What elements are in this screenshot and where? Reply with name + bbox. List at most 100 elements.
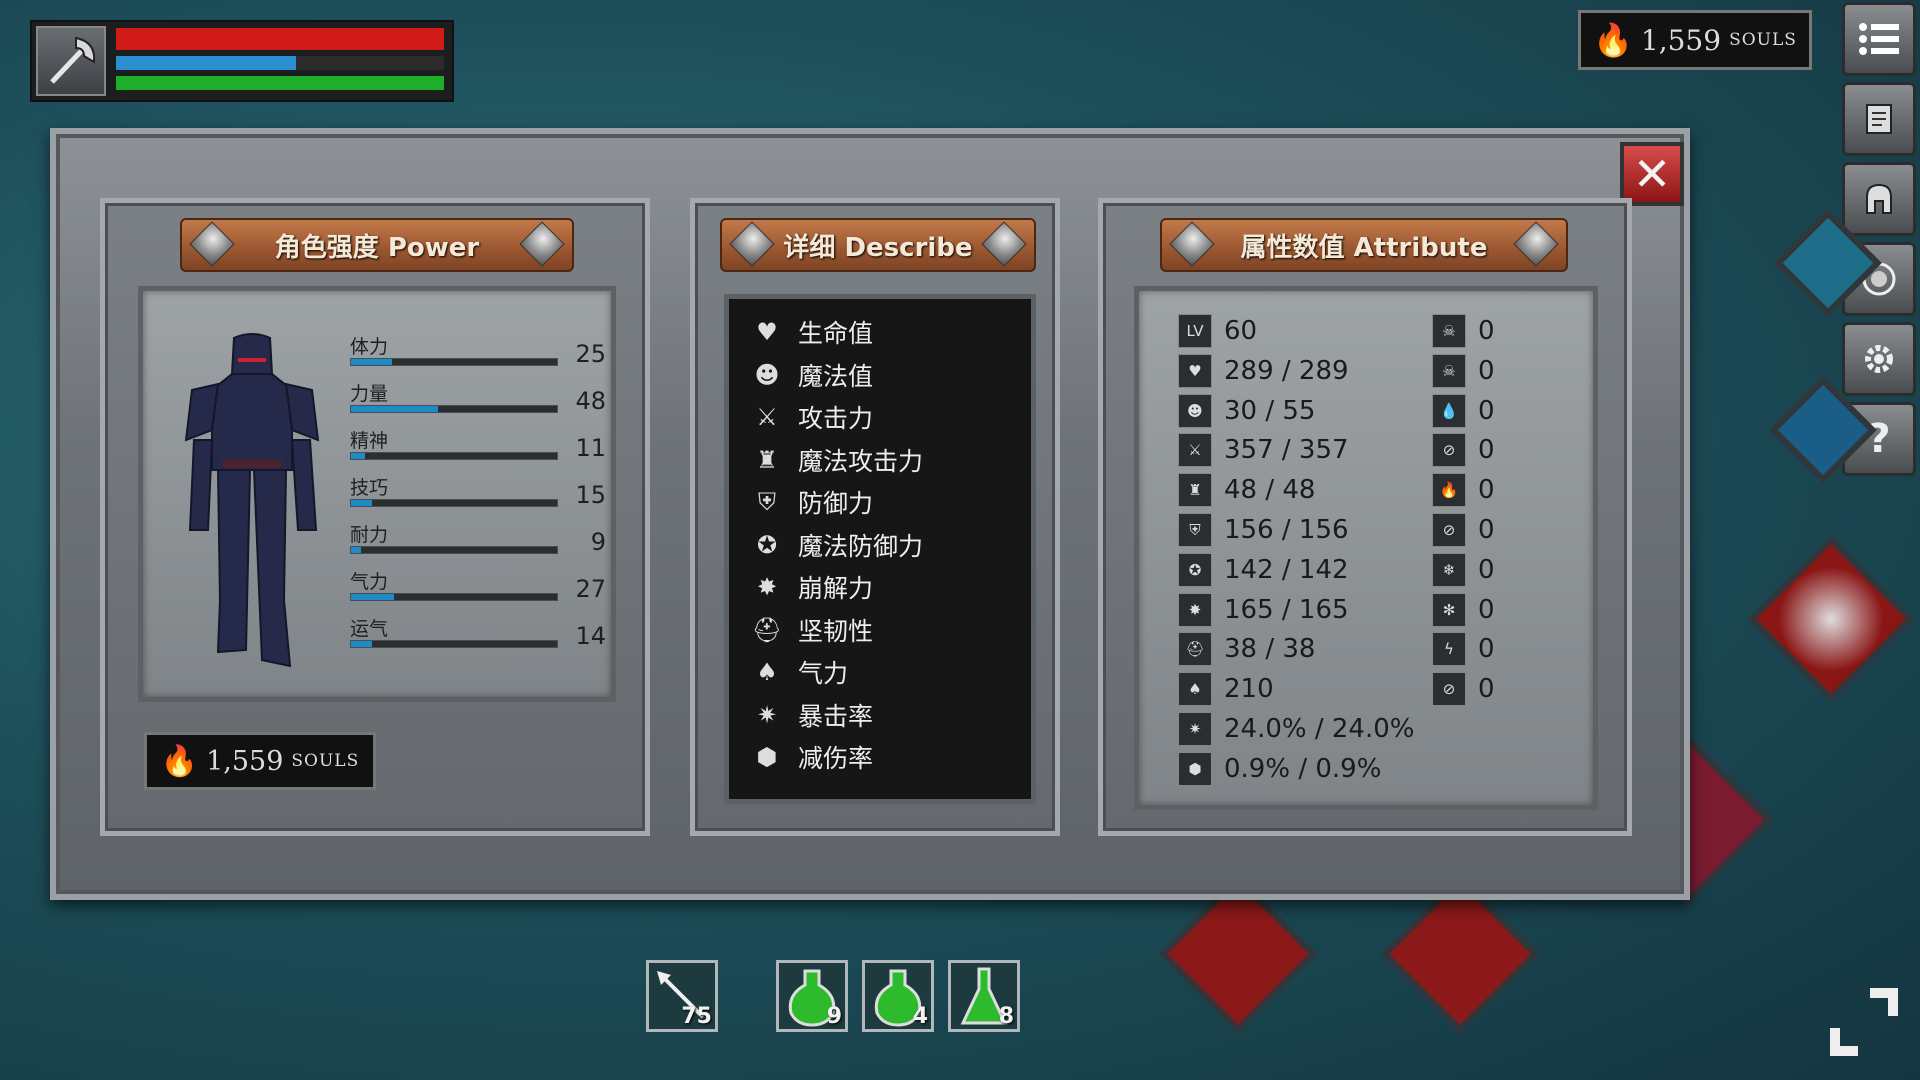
quickslot-arrows[interactable]: 75 [646,960,718,1032]
describe-label: 攻击力 [798,404,874,433]
stat-bar [350,452,558,460]
describe-item: ⬢ 减伤率 [750,737,874,777]
helmet-icon[interactable] [1842,162,1916,236]
souls-unit: SOULS [1729,30,1797,50]
describe-item: ✷ 暴击率 [750,695,873,735]
stat-row: 运气 14 [350,614,620,656]
attribute-row: ✷ 24.0% / 24.0% [1178,710,1414,748]
stat-value: 25 [575,340,606,368]
stat-value: 11 [575,434,606,462]
health-bar [116,28,444,50]
flame-icon: 🔥 [160,743,199,779]
souls-counter-panel: 🔥 1,559 SOULS [144,732,376,790]
attribute-banner: 属性数值 Attribute [1160,218,1568,272]
souls-counter-top: 🔥 1,559 SOULS [1578,10,1812,70]
stat-value: 9 [590,528,606,556]
quickslot-potion-2[interactable]: 4 [862,960,934,1032]
stat-value: 14 [575,622,606,650]
fire-resist-icon: ⊘ [1432,513,1466,547]
attribute-row: ✸ 165 / 165 [1178,591,1349,629]
souls-amount-panel: 1,559 [206,745,284,777]
lightning-resist-icon: ⊘ [1432,672,1466,707]
describe-item: ✸ 崩解力 [750,567,873,607]
lungs-icon: ♠ [756,658,778,686]
attribute-value: 24.0% / 24.0% [1224,714,1415,744]
character-armor-figure [184,333,320,668]
attribute-row: ✪ 142 / 142 [1178,551,1349,589]
scroll-map-icon[interactable] [1842,82,1916,156]
resistance-value: 0 [1478,515,1495,545]
menu-list-icon[interactable] [1842,2,1916,76]
magic-castle-icon: ♜ [756,445,778,474]
quickslot-count: 8 [998,1004,1014,1029]
stat-bar-fill [351,453,366,459]
attribute-value: 165 / 165 [1224,594,1349,625]
stat-bar-fill [351,641,372,647]
resistance-row: ⊘ 0 [1432,431,1495,469]
damage-reduction-icon: ⬢ [756,743,778,771]
describe-label: 魔法值 [798,361,874,391]
attribute-value: 357 / 357 [1224,435,1349,466]
lungs-icon: ♠ [1178,672,1212,707]
describe-item: ♠ 气力 [750,652,848,692]
stat-value: 48 [575,387,606,415]
describe-item: ⛑ 坚韧性 [750,610,873,650]
break-icon: ✸ [756,573,778,601]
break-icon: ✸ [1178,592,1212,627]
shield-block-icon[interactable] [1747,535,1915,703]
level-badge: LV [1178,314,1212,348]
attribute-value: 48 / 48 [1224,475,1316,506]
power-title: 角色强度 Power [274,232,480,263]
stat-bar-fill [351,406,438,412]
magic-shield-icon: ✪ [1178,552,1212,587]
describe-label: 生命值 [798,319,874,348]
describe-label: 魔法防御力 [798,531,924,561]
describe-title: 详细 Describe [783,232,973,263]
stat-label: 运气 [350,618,389,640]
stat-row: 技巧 15 [350,473,620,515]
resistance-row: ⊘ 0 [1432,670,1495,708]
describe-item: ♥ 生命值 [750,312,873,352]
resistance-value: 0 [1478,355,1495,386]
mage-head-icon: ☻ [1178,393,1212,428]
poison-skull-icon: ☠ [1432,314,1466,348]
resistance-value: 0 [1478,554,1495,585]
attribute-row: ☻ 30 / 55 [1178,392,1315,430]
stat-bar [350,546,558,554]
stat-bar [350,405,558,413]
stat-label: 力量 [350,383,389,405]
attribute-value: 60 [1224,316,1258,346]
resistance-value: 0 [1478,594,1495,625]
resistance-value: 0 [1478,634,1495,665]
heart-icon: ♥ [756,318,778,346]
tough-helmet-icon: ⛑ [1178,632,1212,667]
describe-banner: 详细 Describe [720,218,1036,272]
resistance-row: ❄ 0 [1432,551,1495,589]
mage-head-icon: ☻ [754,360,780,389]
stat-row: 力量 48 [350,379,620,421]
attribute-value: 289 / 289 [1224,355,1349,386]
stat-label: 技巧 [350,477,389,499]
stat-bar [350,593,558,601]
stat-row: 精神 11 [350,426,620,468]
battle-axe-icon[interactable] [36,26,106,96]
resistance-value: 0 [1478,475,1495,506]
sword-icon: ⚔ [756,403,778,431]
level-badge-label: LV [1186,322,1204,340]
heart-icon: ♥ [1178,353,1212,388]
quickslot-flask[interactable]: 8 [948,960,1020,1032]
describe-label: 暴击率 [798,701,874,731]
stat-value: 15 [575,481,606,509]
gear-icon[interactable] [1842,322,1916,396]
fire-icon: 🔥 [1432,473,1466,508]
attribute-row: ⬢ 0.9% / 0.9% [1178,750,1381,788]
mana-bar [116,56,444,70]
close-x-icon[interactable]: ✕ [1620,142,1684,206]
describe-item: ☻ 魔法值 [750,355,873,395]
quickslot-count: 75 [681,1004,712,1029]
resize-corner-icon[interactable] [1826,984,1902,1060]
quickslot-potion-1[interactable]: 9 [776,960,848,1032]
resistance-row: ☠ 0 [1432,312,1495,350]
stat-bar [350,358,558,366]
attribute-value: 210 [1224,674,1274,705]
